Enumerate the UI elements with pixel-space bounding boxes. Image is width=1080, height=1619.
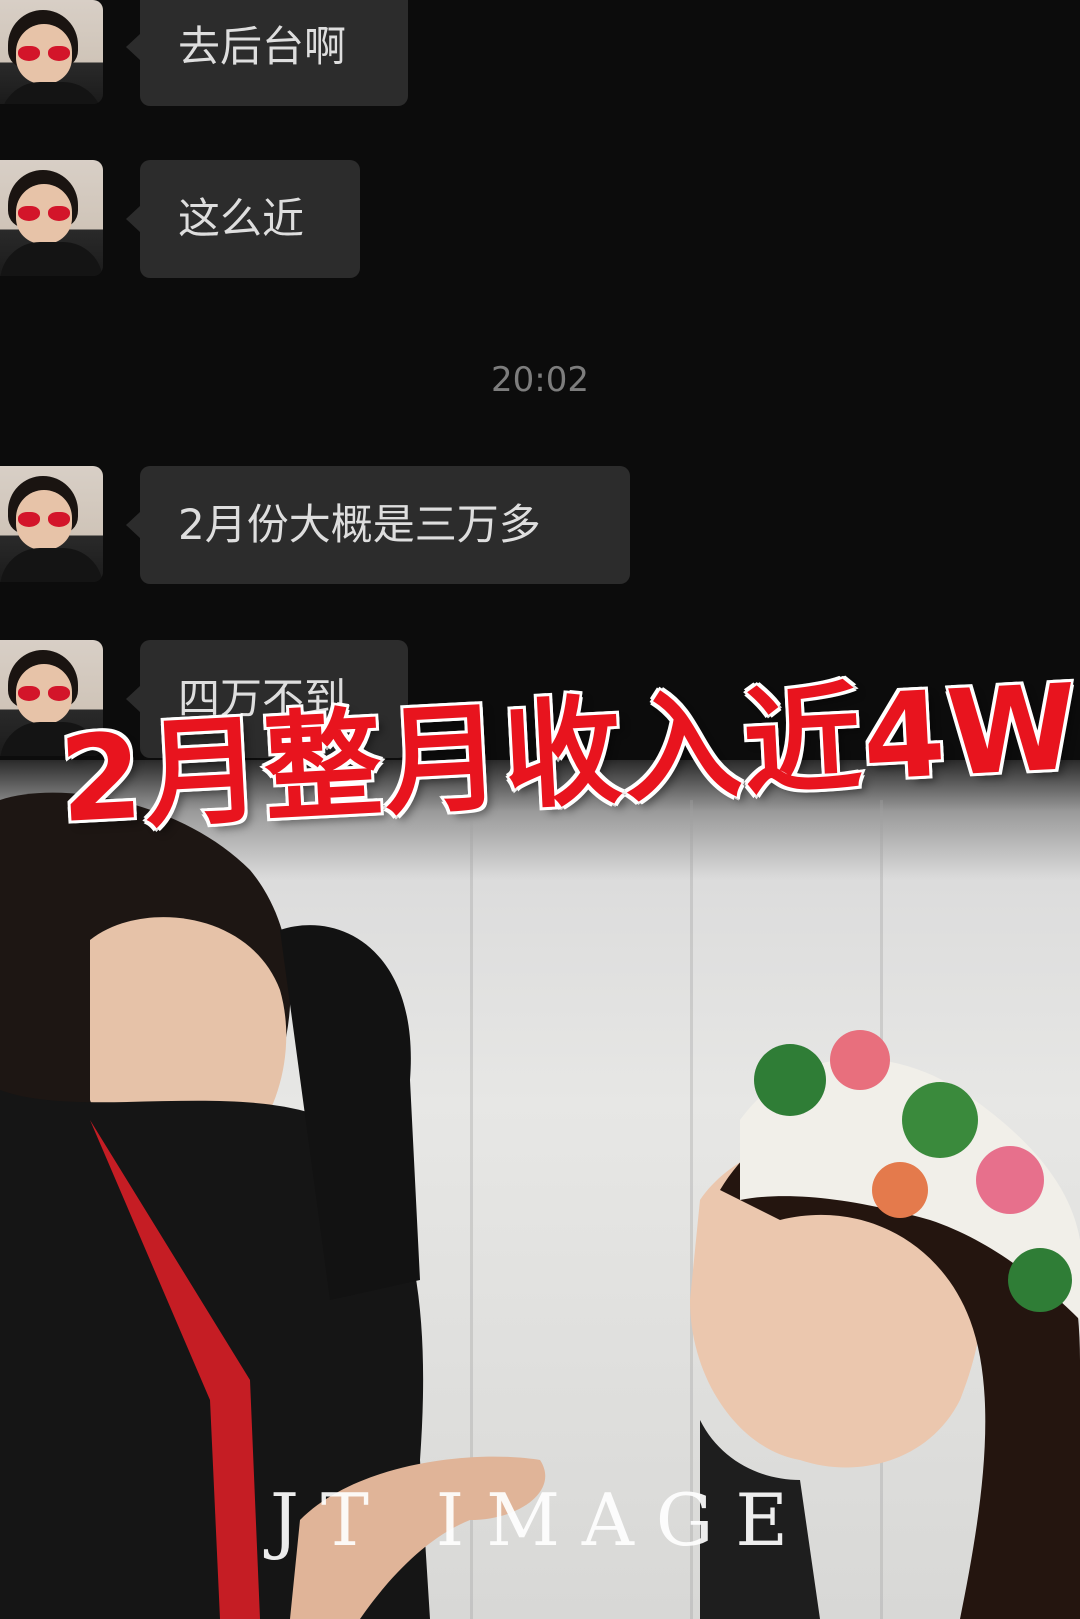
message-text: 2月份大概是三万多 (178, 500, 541, 549)
message-bubble[interactable]: 这么近 (126, 160, 360, 278)
watermark: JT IMAGE (269, 1478, 810, 1562)
message-bubble[interactable]: 去后台啊 (126, 0, 408, 106)
chat-view: 去后台啊 这么近 20:02 2月份大概是三万多 四万不到 (0, 0, 1080, 760)
message-text: 去后台啊 (178, 22, 347, 71)
message-text: 这么近 (178, 194, 305, 243)
contact-avatar[interactable] (0, 160, 103, 276)
message-timestamp: 20:02 (491, 360, 589, 400)
message-bubble[interactable]: 2月份大概是三万多 (126, 466, 630, 584)
contact-avatar[interactable] (0, 0, 103, 104)
contact-avatar[interactable] (0, 466, 103, 582)
